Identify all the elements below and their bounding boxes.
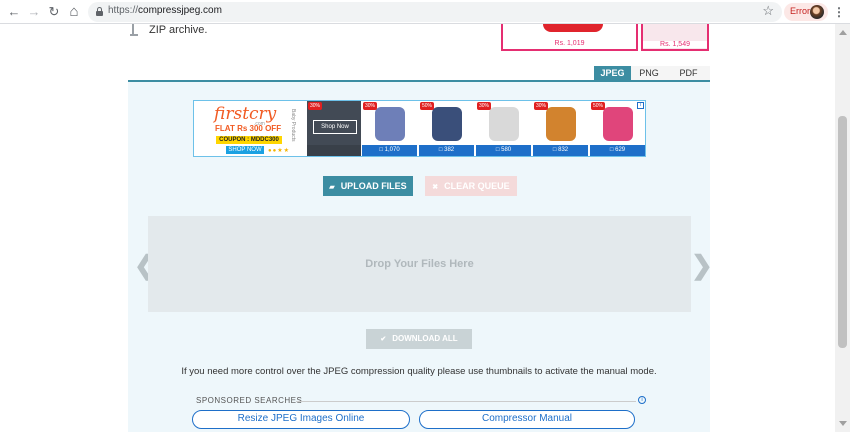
upload-label: UPLOAD FILES (340, 181, 407, 191)
zip-text: ZIP archive. (149, 24, 208, 36)
back-arrow-icon[interactable]: ← (6, 4, 22, 20)
tab-png[interactable]: PNG (631, 66, 667, 81)
bookmark-star-icon[interactable]: ☆ (762, 3, 774, 19)
file-dropzone[interactable]: Drop Your Files Here (148, 216, 691, 312)
product-price: □ 382 (419, 145, 474, 156)
product-ad-1[interactable]: Rs. 1,019 (501, 24, 638, 51)
product-price: □ 580 (476, 145, 531, 156)
sponsored-header: SPONSORED SEARCHES i (196, 396, 646, 406)
discount-badge: 30% (534, 102, 549, 110)
zip-info-row: ZIP archive. (130, 24, 490, 44)
sponsored-label: SPONSORED SEARCHES (196, 396, 303, 405)
product-price: □ 629 (590, 145, 645, 156)
forward-arrow-icon[interactable]: → (26, 4, 42, 20)
ad-product-card[interactable]: 30% □ 1,070 (362, 101, 417, 156)
manual-mode-note: If you need more control over the JPEG c… (181, 366, 657, 377)
upload-files-button[interactable]: ▰ UPLOAD FILES (323, 176, 413, 196)
product-image (543, 24, 603, 32)
discount-badge: 50% (591, 102, 606, 110)
ad-side-text: Baby Products (290, 109, 296, 142)
profile-error-chip[interactable]: Error (784, 3, 828, 21)
ad-product-card[interactable]: 50% □ 629 (590, 101, 645, 156)
compressor-panel: firstcry .com FLAT Rs 300 OFF COUPON : M… (128, 80, 713, 432)
clear-label: CLEAR QUEUE (444, 181, 510, 191)
ad-product-card[interactable]: 50% □ 382 (419, 101, 474, 156)
info-icon[interactable]: i (638, 396, 646, 404)
ad-offer: FLAT Rs 300 OFF (215, 124, 282, 133)
avatar (810, 5, 824, 19)
page-scrollbar[interactable] (835, 24, 850, 432)
close-icon: ✖ (432, 184, 439, 191)
ad-product-card[interactable]: 30% □ 832 (533, 101, 588, 156)
lock-icon[interactable] (96, 7, 103, 16)
brand-logo: firstcry (214, 104, 277, 124)
product-price: Rs. 1,019 (554, 40, 585, 47)
folder-icon: ▰ (329, 184, 335, 191)
discount-badge: 30% (308, 102, 323, 110)
product-image (432, 107, 462, 141)
product-price: Rs. 1,549 (643, 41, 707, 48)
ad-info-icon[interactable]: i (637, 102, 644, 109)
divider (296, 401, 636, 402)
download-label: DOWNLOAD ALL (392, 334, 458, 343)
product-price: □ 1,070 (362, 145, 417, 156)
reload-icon[interactable]: ↻ (46, 4, 62, 20)
product-image (546, 107, 576, 141)
url-host: compressjpeg.com (138, 5, 222, 16)
chevron-right-icon[interactable]: ❯ (691, 250, 713, 281)
dropzone-text: Drop Your Files Here (365, 258, 474, 270)
clear-queue-button[interactable]: ✖ CLEAR QUEUE (425, 176, 517, 196)
download-arrow-icon (130, 24, 140, 36)
ad-strip (307, 145, 361, 156)
browser-menu-icon[interactable]: ⋮ (833, 4, 845, 20)
ad-coupon: COUPON : MDDC300 (216, 136, 282, 144)
tab-pdf[interactable]: PDF (667, 66, 710, 81)
sponsored-link-compressor-manual[interactable]: Compressor Manual (419, 410, 635, 429)
url-text[interactable]: https://compressjpeg.com (108, 5, 222, 16)
product-image (375, 107, 405, 141)
sponsored-link-resize-jpeg[interactable]: Resize JPEG Images Online (192, 410, 410, 429)
discount-badge: 50% (420, 102, 435, 110)
ad-shop-panel[interactable]: 30% Shop Now (307, 101, 361, 156)
error-label: Error (790, 6, 810, 16)
ad-shop-now-small[interactable]: SHOP NOW (226, 146, 264, 154)
carousel-dots: ●●★★ (268, 148, 291, 154)
product-price: □ 832 (533, 145, 588, 156)
banner-ad[interactable]: firstcry .com FLAT Rs 300 OFF COUPON : M… (193, 100, 646, 157)
scroll-up-arrow-icon[interactable] (839, 30, 847, 35)
browser-toolbar: ← → ↻ ⌂ https://compressjpeg.com ☆ Error… (0, 0, 850, 24)
home-icon[interactable]: ⌂ (66, 4, 82, 20)
scroll-down-arrow-icon[interactable] (839, 421, 847, 426)
ad-shop-now-button[interactable]: Shop Now (313, 120, 357, 134)
download-all-button[interactable]: ✔ DOWNLOAD ALL (366, 329, 472, 349)
url-protocol: https:// (108, 5, 139, 16)
ad-product-card[interactable]: 30% □ 580 (476, 101, 531, 156)
product-ad-2[interactable]: Rs. 1,549 (641, 24, 709, 51)
check-icon: ✔ (380, 336, 387, 343)
discount-badge: 30% (363, 102, 378, 110)
address-bar[interactable]: https://compressjpeg.com ☆ (88, 2, 782, 22)
ad-brand-panel[interactable]: firstcry .com FLAT Rs 300 OFF COUPON : M… (194, 101, 306, 156)
tab-jpeg[interactable]: JPEG (594, 66, 631, 81)
discount-badge: 30% (477, 102, 492, 110)
page-content: ZIP archive. Rs. 1,019 Rs. 1,549 JPEG PN… (0, 24, 835, 432)
product-image (603, 107, 633, 141)
product-image (489, 107, 519, 141)
scrollbar-thumb[interactable] (838, 116, 847, 348)
